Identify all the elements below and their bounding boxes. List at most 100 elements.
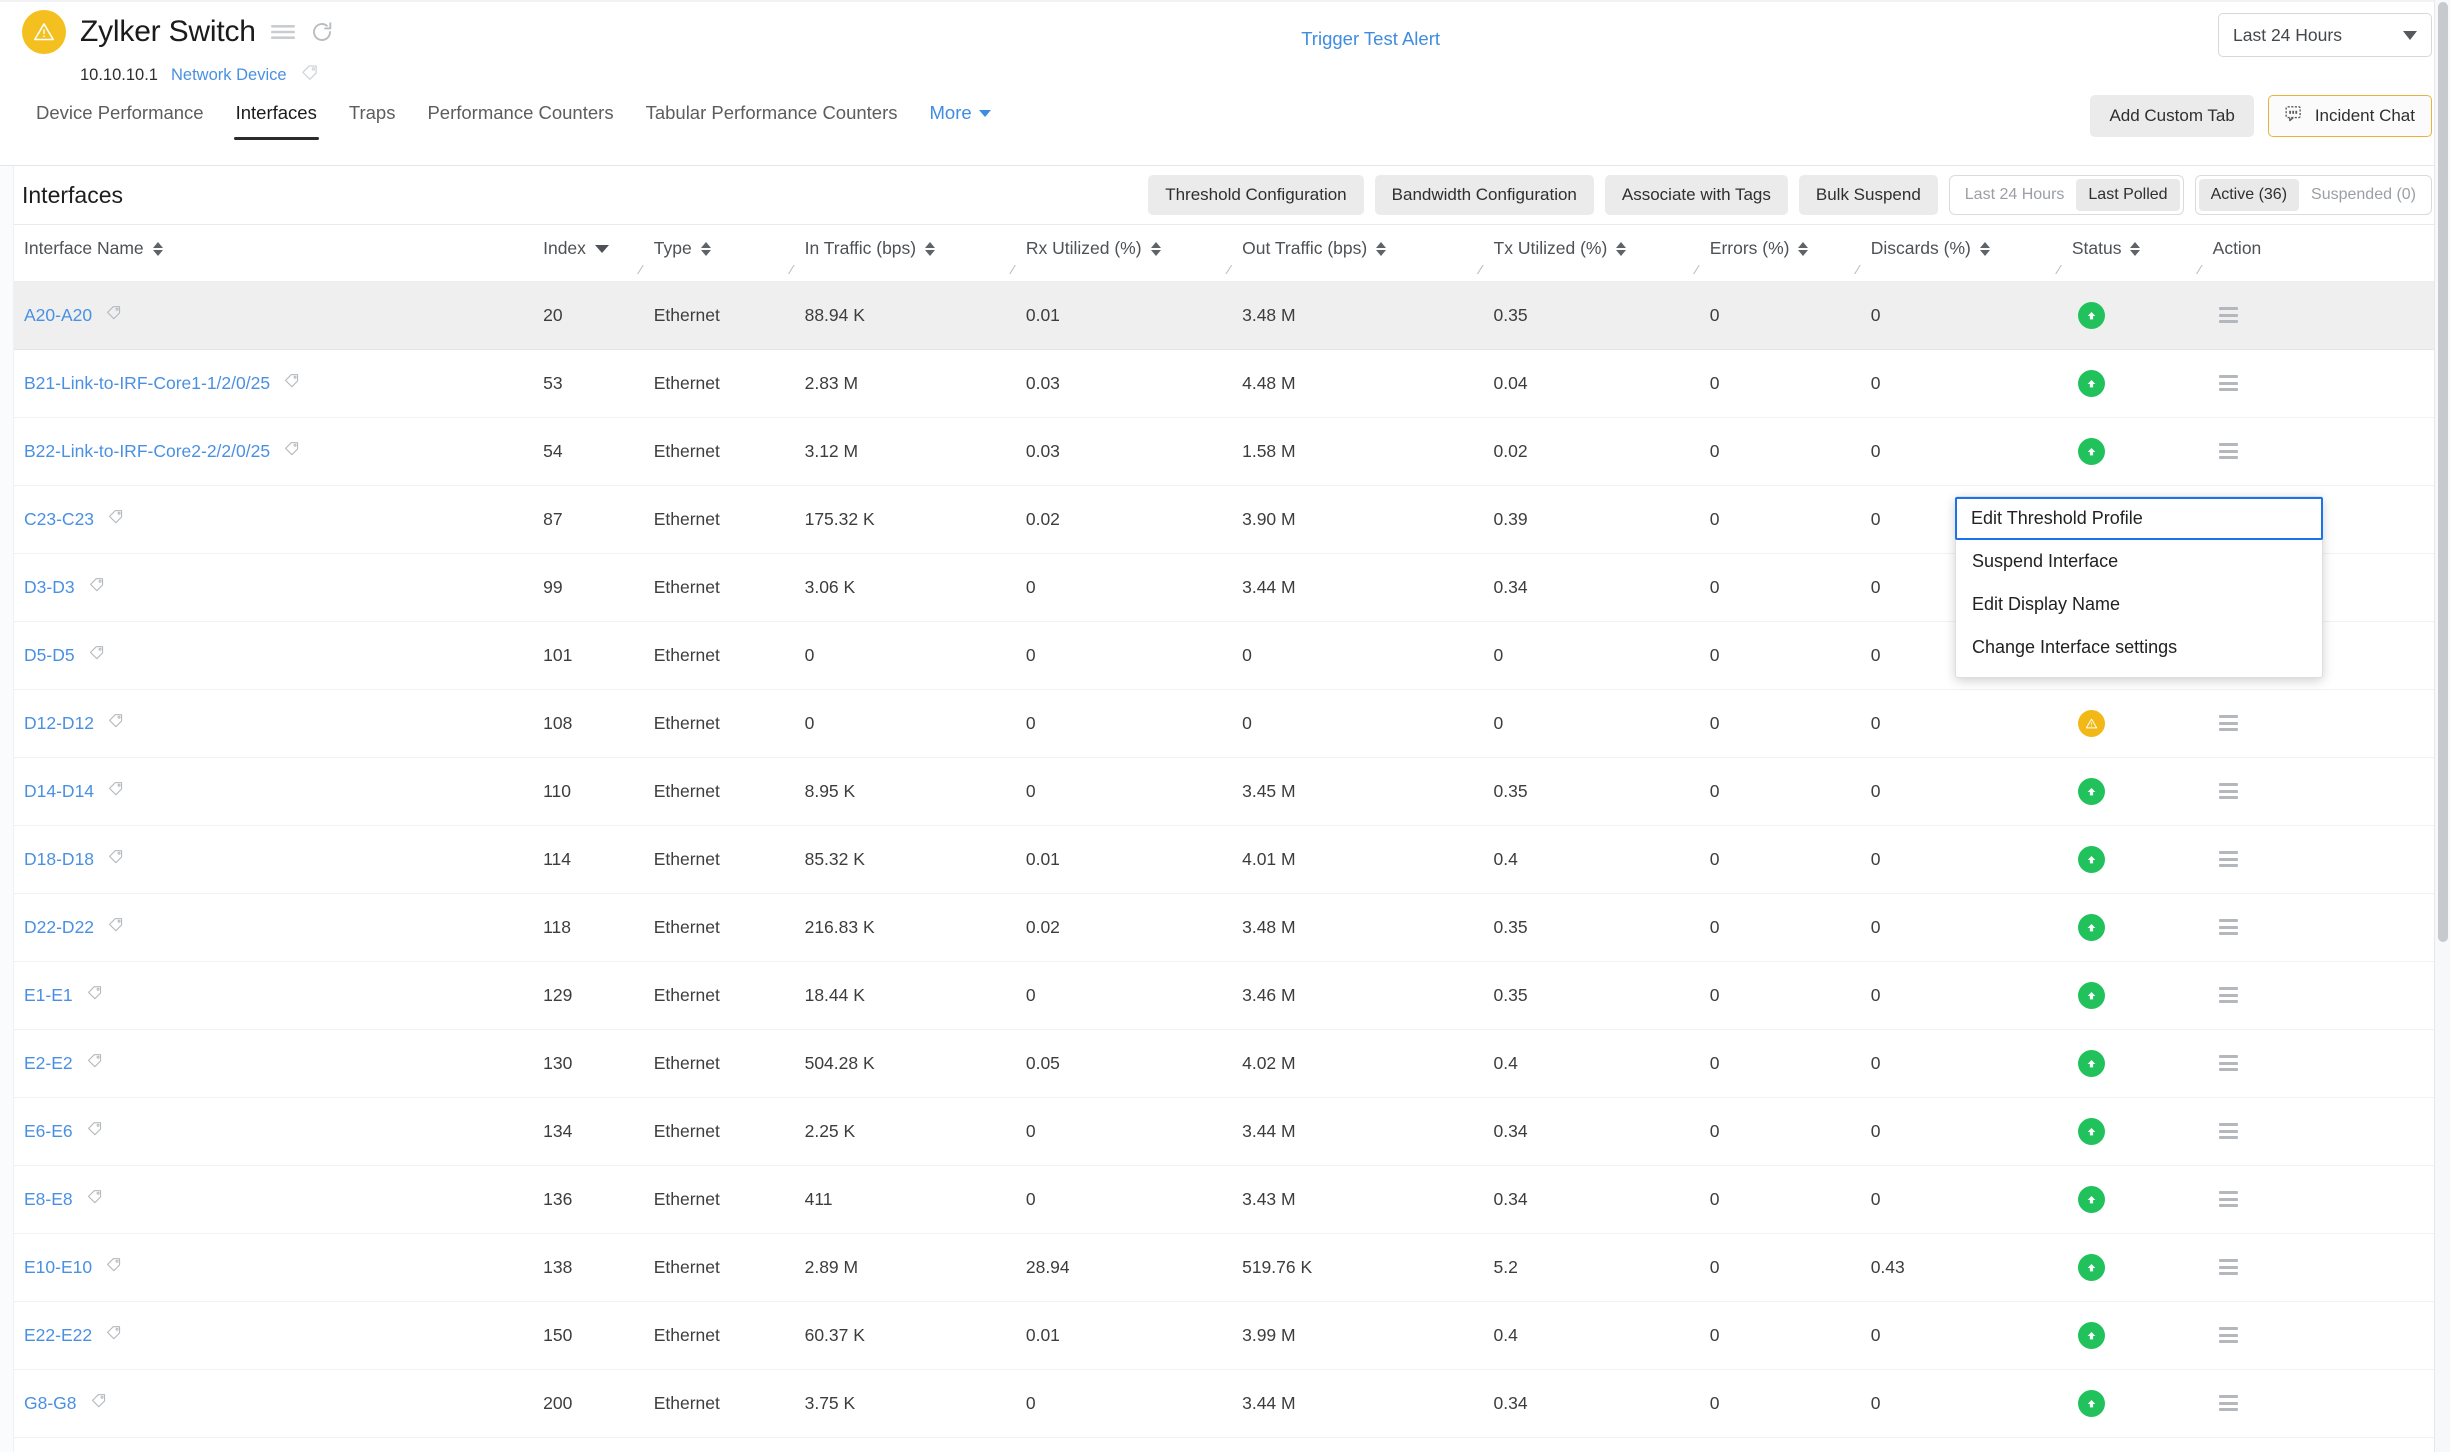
interface-name-link[interactable]: D18-D18 — [24, 849, 94, 870]
cell-out-traffic[interactable]: 3.43 M — [1242, 1165, 1494, 1234]
row-action-menu-button[interactable] — [2213, 783, 2434, 799]
cell-tx-utilized[interactable]: 0.35 — [1493, 893, 1710, 962]
interface-name-link[interactable]: D14-D14 — [24, 781, 94, 802]
column-resize-handle[interactable] — [2058, 263, 2072, 277]
cell-errors[interactable]: 0 — [1709, 417, 1871, 486]
cell-out-traffic[interactable]: 3.48 M — [1242, 893, 1494, 962]
sort-toggle-icon[interactable] — [1798, 241, 1809, 256]
cell-tx-utilized[interactable]: 0.39 — [1493, 485, 1710, 554]
cell-in-traffic[interactable]: 3.75 K — [804, 1369, 1026, 1438]
interface-name-link[interactable]: D3-D3 — [24, 577, 75, 598]
cell-in-traffic[interactable]: 3.12 M — [804, 417, 1026, 486]
cell-rx-utilized[interactable]: 0 — [1025, 1437, 1243, 1452]
hamburger-icon[interactable] — [270, 22, 296, 42]
cell-discards[interactable]: 0 — [1870, 1097, 2072, 1166]
tag-icon[interactable] — [86, 1052, 104, 1075]
cell-errors[interactable]: 0 — [1709, 689, 1871, 758]
segment-active[interactable]: Active (36) — [2198, 179, 2300, 211]
sort-toggle-icon[interactable] — [152, 241, 163, 256]
device-type-link[interactable]: Network Device — [171, 66, 287, 85]
cell-discards[interactable]: 0 — [1870, 1369, 2072, 1438]
cell-tx-utilized[interactable]: 0.4 — [1493, 825, 1710, 894]
cell-discards[interactable]: 0 — [1870, 417, 2072, 486]
cell-rx-utilized[interactable]: 0.01 — [1025, 825, 1243, 894]
row-action-menu-button[interactable] — [2213, 715, 2434, 731]
cell-action[interactable] — [2212, 961, 2434, 1030]
cell-out-traffic[interactable]: 4.01 M — [1242, 825, 1494, 894]
column-resize-handle[interactable] — [791, 263, 805, 277]
interface-name-link[interactable]: D12-D12 — [24, 713, 94, 734]
cell-discards[interactable]: 0 — [1870, 1301, 2072, 1370]
cell-rx-utilized[interactable]: 0.03 — [1025, 349, 1243, 418]
row-action-menu-button[interactable] — [2213, 1395, 2434, 1411]
cell-rx-utilized[interactable]: 0.02 — [1025, 893, 1243, 962]
column-interface-name[interactable]: Interface Name — [0, 225, 544, 282]
column-type[interactable]: Type — [653, 225, 805, 282]
interface-name-link[interactable]: E1-E1 — [24, 985, 73, 1006]
tab-performance-counters[interactable]: Performance Counters — [411, 96, 629, 140]
cell-out-traffic[interactable]: 4.48 M — [1242, 349, 1494, 418]
cell-rx-utilized[interactable]: 0.02 — [1025, 485, 1243, 554]
cell-action[interactable] — [2212, 1029, 2434, 1098]
trigger-test-alert-link[interactable]: Trigger Test Alert — [1301, 28, 1440, 50]
cell-out-traffic[interactable]: 3.90 M — [1242, 485, 1494, 554]
column-resize-handle[interactable] — [1012, 263, 1026, 277]
cell-in-traffic[interactable]: 504.28 K — [804, 1029, 1026, 1098]
cell-action[interactable] — [2212, 757, 2434, 826]
table-row[interactable]: D18-D18 114 Ethernet 85.32 K 0.01 4.01 M 0.4 0 0 — [0, 825, 2434, 894]
cell-rx-utilized[interactable]: 0 — [1025, 961, 1243, 1030]
add-custom-tab-button[interactable]: Add Custom Tab — [2090, 95, 2254, 137]
cell-action[interactable] — [2212, 689, 2434, 758]
cell-out-traffic[interactable]: 3.99 M — [1242, 1301, 1494, 1370]
column-resize-handle[interactable] — [1228, 263, 1242, 277]
cell-tx-utilized[interactable]: 0.4 — [1493, 1301, 1710, 1370]
tag-icon[interactable] — [88, 644, 106, 667]
cell-rx-utilized[interactable]: 0 — [1025, 621, 1243, 690]
sort-toggle-icon[interactable] — [1376, 241, 1387, 256]
cell-discards[interactable]: 0 — [1870, 825, 2072, 894]
column-in-traffic[interactable]: In Traffic (bps) — [804, 225, 1026, 282]
cell-tx-utilized[interactable]: 0.04 — [1493, 349, 1710, 418]
row-action-menu-button[interactable] — [2213, 1327, 2434, 1343]
cell-in-traffic[interactable]: 18.44 K — [804, 961, 1026, 1030]
row-action-menu-button[interactable] — [2213, 851, 2434, 867]
tag-icon[interactable] — [283, 440, 301, 463]
cell-rx-utilized[interactable]: 0 — [1025, 1165, 1243, 1234]
cell-discards[interactable]: 0 — [1870, 757, 2072, 826]
cell-discards[interactable]: 0 — [1870, 893, 2072, 962]
tag-icon[interactable] — [105, 1324, 123, 1347]
interface-name-link[interactable]: D22-D22 — [24, 917, 94, 938]
column-index[interactable]: Index — [543, 225, 654, 282]
cell-errors[interactable]: 0 — [1709, 1233, 1871, 1302]
cell-tx-utilized[interactable]: 0.35 — [1493, 281, 1710, 350]
row-action-menu-button[interactable] — [2213, 1191, 2434, 1207]
row-action-menu-button[interactable] — [2213, 1055, 2434, 1071]
cell-errors[interactable]: 0 — [1709, 961, 1871, 1030]
cell-discards[interactable]: 0 — [1870, 281, 2072, 350]
cell-in-traffic[interactable]: 0 — [804, 1437, 1026, 1452]
cell-errors[interactable]: 0 — [1709, 281, 1871, 350]
cell-out-traffic[interactable]: 1.58 M — [1242, 417, 1494, 486]
refresh-icon[interactable] — [310, 20, 334, 44]
tag-icon[interactable] — [107, 916, 125, 939]
cell-action[interactable] — [2212, 1165, 2434, 1234]
cell-action[interactable] — [2212, 349, 2434, 418]
bulk-suspend-button[interactable]: Bulk Suspend — [1798, 175, 1938, 215]
cell-in-traffic[interactable]: 2.89 M — [804, 1233, 1026, 1302]
cell-discards[interactable]: 0.43 — [1870, 1233, 2072, 1302]
column-resize-handle[interactable] — [2199, 263, 2213, 277]
cell-out-traffic[interactable]: 3.44 M — [1242, 1097, 1494, 1166]
interface-name-link[interactable]: E10-E10 — [24, 1257, 92, 1278]
tag-icon[interactable] — [90, 1392, 108, 1415]
cell-tx-utilized[interactable]: 0 — [1493, 1437, 1710, 1452]
cell-tx-utilized[interactable]: 5.2 — [1493, 1233, 1710, 1302]
cell-tx-utilized[interactable]: 0.4 — [1493, 1029, 1710, 1098]
cell-tx-utilized[interactable]: 0.34 — [1493, 1097, 1710, 1166]
cell-errors[interactable]: 0 — [1709, 1029, 1871, 1098]
cell-out-traffic[interactable]: 519.76 K — [1242, 1233, 1494, 1302]
cell-action[interactable] — [2212, 1437, 2434, 1452]
cell-rx-utilized[interactable]: 0.05 — [1025, 1029, 1243, 1098]
cell-tx-utilized[interactable]: 0.34 — [1493, 1369, 1710, 1438]
cell-discards[interactable]: 0 — [1870, 1029, 2072, 1098]
segment-last-24-hours[interactable]: Last 24 Hours — [1953, 179, 2077, 211]
